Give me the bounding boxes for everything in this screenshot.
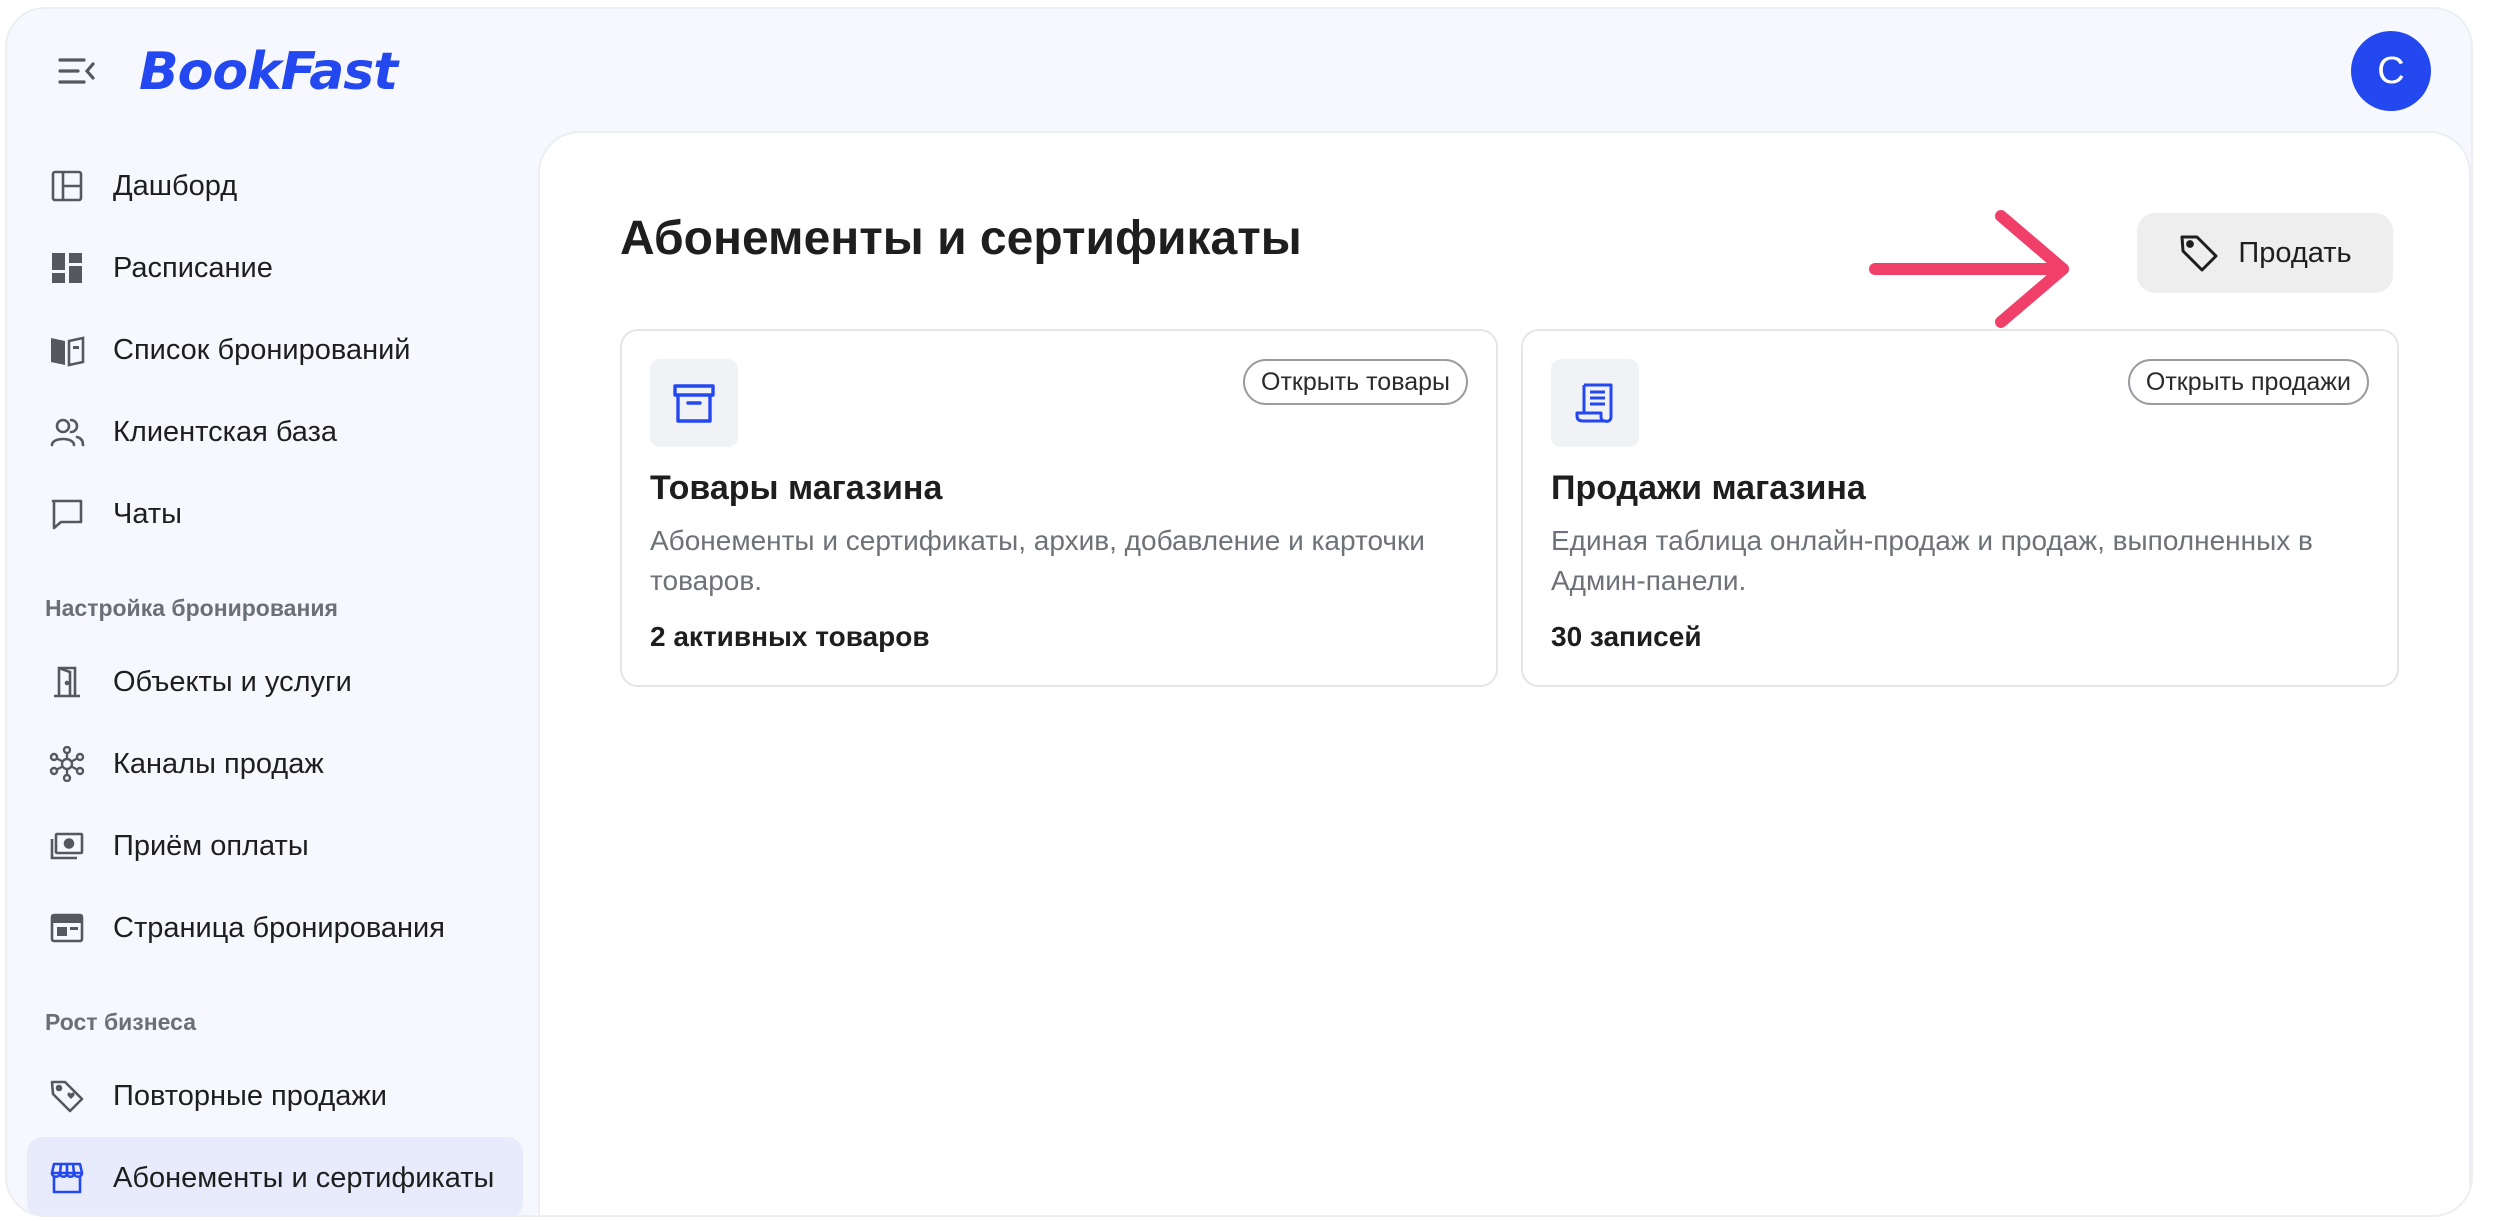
sidebar-item-repeat-sales[interactable]: Повторные продажи	[27, 1055, 523, 1137]
open-sales-button[interactable]: Открыть продажи	[2127, 359, 2369, 405]
card-count: 2 активных товаров	[650, 621, 930, 652]
sidebar-item-label: Повторные продажи	[113, 1079, 387, 1112]
chat-icon	[49, 496, 85, 532]
sidebar-item-subscriptions-certificates[interactable]: Абонементы и сертификаты	[27, 1137, 523, 1215]
sidebar-item-label: Дашборд	[113, 169, 238, 202]
sidebar-item-bookings-list[interactable]: Список бронирований	[27, 309, 523, 391]
sidebar-item-dashboard[interactable]: Дашборд	[27, 145, 523, 227]
sell-button[interactable]: Продать	[2137, 213, 2393, 293]
sidebar-item-label: Чаты	[113, 497, 182, 530]
receipt-icon	[1551, 359, 1639, 447]
sidebar-group-business-growth: Рост бизнеса	[45, 1008, 196, 1035]
store-icon	[49, 1160, 85, 1196]
sidebar-item-objects-services[interactable]: Объекты и услуги	[27, 641, 523, 723]
top-bar: BookFast С	[7, 9, 2471, 129]
users-icon	[49, 414, 85, 450]
sidebar-group-booking-settings: Настройка бронирования	[45, 594, 338, 621]
sidebar-item-label: Расписание	[113, 251, 273, 284]
open-products-button[interactable]: Открыть товары	[1243, 359, 1468, 405]
sidebar-item-label: Объекты и услуги	[113, 665, 352, 698]
sidebar-item-label: Приём оплаты	[113, 829, 309, 862]
sidebar-item-label: Страница бронирования	[113, 911, 445, 944]
card-description: Единая таблица онлайн-продаж и продаж, в…	[1551, 525, 2313, 596]
sidebar-item-payments[interactable]: Приём оплаты	[27, 805, 523, 887]
sidebar-item-label: Клиентская база	[113, 415, 337, 448]
menu-collapse-icon	[58, 58, 95, 84]
annotation-arrow	[1869, 210, 2069, 328]
archive-box-icon	[650, 359, 738, 447]
money-icon	[49, 828, 85, 864]
browser-icon	[49, 910, 85, 946]
sidebar-item-booking-page[interactable]: Страница бронирования	[27, 887, 523, 969]
store-sales-card[interactable]: Открыть продажи Продажи магазина Единая …	[1521, 329, 2399, 687]
layout-icon	[49, 168, 85, 204]
tag-heart-icon	[49, 1078, 85, 1114]
sidebar-item-label: Каналы продаж	[113, 747, 324, 780]
menu-collapse-button[interactable]	[53, 51, 101, 91]
network-icon	[49, 746, 85, 782]
sidebar-item-label: Абонементы и сертификаты	[113, 1161, 495, 1194]
sell-button-label: Продать	[2238, 236, 2352, 269]
card-title: Продажи магазина	[1551, 469, 1866, 507]
bookfast-logo[interactable]: BookFast	[139, 37, 398, 107]
dashboard-grid-icon	[49, 250, 85, 286]
sidebar: Дашборд Расписание Список бронирований К…	[27, 145, 523, 1215]
sidebar-item-chats[interactable]: Чаты	[27, 473, 523, 555]
door-icon	[49, 664, 85, 700]
main-panel: Абонементы и сертификаты Продать Открыть…	[538, 131, 2471, 1215]
sidebar-item-schedule[interactable]: Расписание	[27, 227, 523, 309]
page-title: Абонементы и сертификаты	[620, 212, 1302, 265]
book-open-icon	[49, 332, 85, 368]
user-avatar[interactable]: С	[2351, 31, 2431, 111]
tag-icon	[2178, 231, 2222, 275]
app-window: BookFast С Дашборд Расписание Список бро…	[5, 7, 2473, 1217]
card-title: Товары магазина	[650, 469, 943, 507]
sidebar-item-clients[interactable]: Клиентская база	[27, 391, 523, 473]
sidebar-item-label: Список бронирований	[113, 333, 411, 366]
sidebar-item-sales-channels[interactable]: Каналы продаж	[27, 723, 523, 805]
card-description: Абонементы и сертификаты, архив, добавле…	[650, 525, 1425, 596]
store-products-card[interactable]: Открыть товары Товары магазина Абонемент…	[620, 329, 1498, 687]
card-count: 30 записей	[1551, 621, 1702, 652]
